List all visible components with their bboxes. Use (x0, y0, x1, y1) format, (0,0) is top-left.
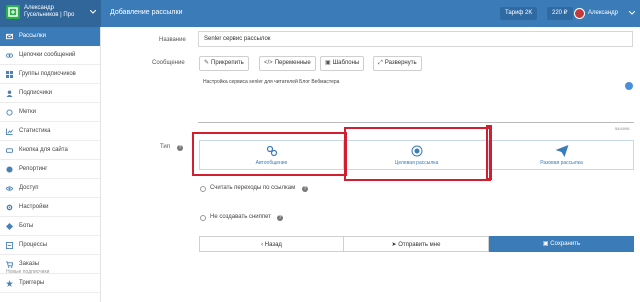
attach-button-label: Прикрепить (211, 60, 244, 66)
balance-badge[interactable]: 220 ₽ (547, 7, 573, 20)
tag-icon (6, 109, 13, 116)
sidebar-item-tags[interactable]: Метки (0, 103, 100, 122)
sidebar-item-statistics[interactable]: Статистика (0, 122, 100, 141)
track-clicks-label: Считать переходы по ссылкам (210, 185, 296, 191)
trigger-icon (6, 280, 13, 287)
send-icon (555, 145, 568, 159)
sidebar-item-label: Метки (19, 109, 36, 115)
track-clicks-checkbox[interactable] (200, 186, 206, 192)
eye-icon (6, 186, 13, 191)
type-label: Тип (160, 144, 171, 150)
avatar[interactable] (574, 8, 585, 19)
templates-button[interactable]: ▣ Шаблоны (320, 56, 365, 71)
sidebar-item-label: Кнопка для сайта (19, 147, 68, 153)
sidebar-item-groups[interactable]: Группы подписчиков (0, 65, 100, 84)
sidebar-item-subscribers[interactable]: Подписчики (0, 84, 100, 103)
chevron-down-icon (89, 9, 97, 16)
paperclip-icon: ✎ (204, 60, 210, 66)
help-icon[interactable]: ? (277, 215, 283, 221)
template-icon: ▣ (325, 60, 331, 66)
top-bar: Александр Гусельников | Про Добавление р… (0, 0, 640, 27)
page-title: Добавление рассылки (110, 9, 183, 16)
name-label: Название (159, 37, 186, 43)
chain-icon (6, 53, 13, 58)
highlight-frame (344, 127, 491, 181)
sidebar-item-site-button[interactable]: Кнопка для сайта (0, 141, 100, 160)
char-counter: 54/4096 (615, 126, 630, 131)
sidebar-item-label: Статистика (19, 128, 51, 134)
process-icon (6, 242, 13, 249)
help-icon[interactable]: ? (177, 145, 183, 151)
sidebar-item-processes[interactable]: Процессы (0, 236, 100, 255)
attach-button[interactable]: ✎ Прикрепить (199, 56, 249, 71)
sidebar-item-triggers[interactable]: Триггеры (0, 274, 100, 293)
no-snippet-label: Не создавать сниппет (210, 214, 272, 220)
sidebar-item-label: Триггеры (19, 280, 45, 286)
save-button-label: Сохранить (550, 241, 581, 247)
sidebar-item-label: Процессы (19, 242, 48, 248)
sidebar-item-label: Боты (19, 223, 34, 229)
user-name[interactable]: Александр (588, 10, 618, 16)
sidebar-item-settings[interactable]: Настройки (0, 198, 100, 217)
send-to-me-label: Отправить мне (398, 242, 441, 248)
help-icon[interactable]: ? (302, 186, 308, 192)
group-icon (6, 71, 13, 78)
envelope-icon (6, 33, 13, 40)
variables-button-label: Переменные (274, 60, 311, 66)
sidebar-item-access[interactable]: Доступ (0, 179, 100, 198)
logo-icon (6, 5, 20, 19)
bot-icon (6, 223, 13, 230)
expand-icon: ⤢ (378, 60, 383, 66)
users-icon (6, 90, 13, 97)
variables-button[interactable]: </> Переменные (259, 56, 316, 71)
sidebar-item-mailings[interactable]: Рассылки (0, 27, 100, 46)
sidebar-item-label: Рассылки (19, 33, 46, 39)
sidebar-item-label: Цепочки сообщений (19, 52, 76, 58)
collapse-icon[interactable] (625, 82, 633, 90)
chart-icon (6, 128, 13, 135)
chevron-down-icon[interactable] (628, 10, 636, 17)
highlight-frame (192, 132, 347, 176)
sidebar-item-label: Настройки (19, 204, 49, 210)
back-button-label: Назад (264, 242, 282, 248)
sidebar-footer: Новые подписчики (6, 269, 50, 275)
back-button[interactable]: ‹ Назад (199, 236, 344, 252)
type-option-oneoff[interactable]: Разовая рассылка (489, 140, 634, 170)
sidebar-item-label: Репортинг (19, 166, 48, 172)
sidebar-item-label: Доступ (19, 185, 39, 191)
type-option-label: Разовая рассылка (540, 160, 583, 166)
report-icon (6, 166, 13, 173)
templates-button-label: Шаблоны (332, 60, 360, 66)
sidebar-item-reporting[interactable]: Репортинг (0, 160, 100, 179)
sidebar: Рассылки Цепочки сообщений Группы подпис… (0, 27, 101, 302)
gear-icon (6, 204, 13, 211)
sidebar-item-bots[interactable]: Боты (0, 217, 100, 236)
send-to-me-button[interactable]: ➤ Отправить мне (344, 236, 489, 252)
sidebar-item-label: Заказы (19, 261, 40, 267)
code-icon: </> (264, 60, 273, 66)
button-icon (6, 148, 13, 153)
save-button[interactable]: ▣ Сохранить (489, 236, 634, 252)
cart-icon (6, 261, 13, 268)
message-textarea[interactable]: Настройка сервиса senler для читателей Б… (198, 73, 634, 123)
tariff-badge[interactable]: Тариф 2K (500, 7, 538, 20)
account-name: Александр Гусельников | Про (24, 5, 75, 18)
expand-button[interactable]: ⤢ Развернуть (373, 56, 422, 71)
message-label: Сообщение (152, 60, 185, 66)
expand-button-label: Развернуть (384, 60, 417, 66)
highlight-frame (486, 125, 492, 180)
sidebar-item-label: Группы подписчиков (19, 71, 76, 77)
sidebar-item-chains[interactable]: Цепочки сообщений (0, 46, 100, 65)
name-input[interactable]: Senler сервис рассылок (198, 31, 633, 47)
no-snippet-checkbox[interactable] (200, 215, 206, 221)
account-switcher[interactable]: Александр Гусельников | Про (0, 0, 101, 27)
sidebar-item-label: Подписчики (19, 90, 53, 96)
